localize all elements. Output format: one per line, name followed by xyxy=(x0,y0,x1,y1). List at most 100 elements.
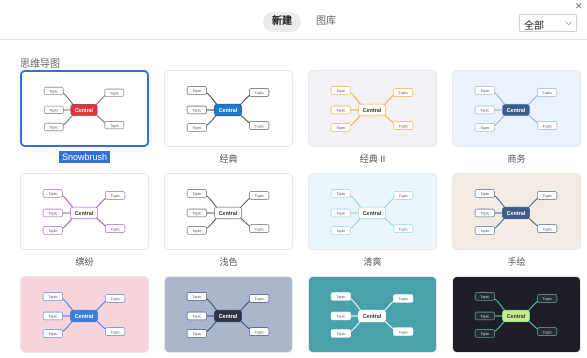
central-label: Central xyxy=(75,211,94,217)
tab-bar: 新建 图库 xyxy=(263,12,345,32)
topic-label: Topic xyxy=(49,126,58,130)
topic-label: Topic xyxy=(192,228,201,233)
central-label: Central xyxy=(219,108,238,114)
topic-label: Topic xyxy=(111,226,120,231)
topic-label: Topic xyxy=(399,296,408,301)
theme-card[interactable]: Topic Topic Topic Topic Topic Central xyxy=(452,70,581,147)
topic-label: Topic xyxy=(192,125,201,130)
section-title: 思维导图 xyxy=(20,59,60,70)
topic-label: Topic xyxy=(192,191,201,196)
topic-label: Topic xyxy=(543,329,552,334)
topic-label: Topic xyxy=(110,92,119,96)
theme-preview: Topic Topic Topic Topic Topic Central xyxy=(474,292,558,338)
theme-name-text: 清爽 xyxy=(363,257,382,267)
theme-card[interactable]: Topic Topic Topic Topic Topic Central xyxy=(164,70,293,147)
topic-label: Topic xyxy=(480,228,489,233)
topic-label: Topic xyxy=(255,90,264,95)
topic-label: Topic xyxy=(192,211,201,216)
theme-name: 浅色 xyxy=(164,255,293,268)
tab-new[interactable]: 新建 xyxy=(263,12,301,32)
central-label: Central xyxy=(363,314,382,320)
topic-label: Topic xyxy=(255,296,264,301)
central-label: Central xyxy=(75,108,93,114)
theme-name: 经典 II xyxy=(308,152,437,165)
theme-card[interactable]: Topic Topic Topic Topic Topic Central xyxy=(308,276,437,353)
topic-label: Topic xyxy=(336,191,345,196)
topic-label: Topic xyxy=(48,294,57,299)
theme-preview: Topic Topic Topic Topic Topic Central xyxy=(474,86,558,132)
topic-label: Topic xyxy=(336,331,345,336)
topic-label: Topic xyxy=(480,331,489,336)
topic-label: Topic xyxy=(110,124,119,128)
theme-card[interactable]: Topic Topic Topic Topic Topic Central xyxy=(308,70,437,147)
topic-label: Topic xyxy=(480,108,489,113)
theme-preview: Topic Topic Topic Topic Topic Central xyxy=(186,292,270,338)
theme-name: 清爽 xyxy=(308,255,437,268)
central-label: Central xyxy=(219,314,238,320)
topic-label: Topic xyxy=(336,108,345,113)
topic-label: Topic xyxy=(543,90,552,95)
filter-select[interactable]: 全部 ⌵ xyxy=(519,14,577,32)
topic-label: Topic xyxy=(49,90,58,94)
theme-preview: Topic Topic Topic Topic Topic Central xyxy=(186,86,270,132)
close-icon[interactable]: ✕ xyxy=(575,1,583,12)
theme-card[interactable]: Topic Topic Topic Topic Topic Central xyxy=(308,173,437,250)
theme-card[interactable]: Topic Topic Topic Topic Topic Central xyxy=(20,70,149,147)
topic-label: Topic xyxy=(48,331,57,336)
theme-card[interactable]: Topic Topic Topic Topic Topic Central xyxy=(20,276,149,353)
theme-preview: Topic Topic Topic Topic Topic Central xyxy=(330,189,414,235)
topic-label: Topic xyxy=(543,296,552,301)
theme-card[interactable]: Topic Topic Topic Topic Topic Central xyxy=(452,276,581,353)
central-label: Central xyxy=(363,211,382,217)
theme-name: 商务 xyxy=(452,152,581,165)
theme-name-text: 缤纷 xyxy=(75,257,94,267)
theme-preview: Topic Topic Topic Topic Topic Central xyxy=(330,292,414,338)
theme-name-text: 经典 xyxy=(219,154,238,164)
top-bar: 新建 图库 全部 ⌵ ✕ xyxy=(0,0,587,40)
topic-label: Topic xyxy=(192,108,201,113)
theme-card[interactable]: Topic Topic Topic Topic Topic Central xyxy=(164,276,293,353)
topic-label: Topic xyxy=(255,123,264,128)
theme-preview: Topic Topic Topic Topic Topic Central xyxy=(330,86,414,132)
topic-label: Topic xyxy=(399,90,408,95)
topic-label: Topic xyxy=(336,228,345,233)
topic-label: Topic xyxy=(48,191,57,196)
theme-card[interactable]: Topic Topic Topic Topic Topic Central xyxy=(20,173,149,250)
topic-label: Topic xyxy=(399,226,408,231)
central-label: Central xyxy=(507,314,526,320)
topic-label: Topic xyxy=(336,314,345,319)
theme-name: 手绘 xyxy=(452,255,581,268)
theme-card[interactable]: Topic Topic Topic Topic Topic Central xyxy=(452,173,581,250)
theme-preview: Topic Topic Topic Topic Topic Central xyxy=(474,189,558,235)
theme-name-text: 手绘 xyxy=(507,257,526,267)
topic-label: Topic xyxy=(336,88,345,93)
topic-label: Topic xyxy=(399,329,408,334)
theme-preview: Topic Topic Topic Topic Topic Central xyxy=(43,86,125,132)
filter-select-value: 全部 xyxy=(524,21,544,32)
topic-label: Topic xyxy=(399,193,408,198)
topic-label: Topic xyxy=(336,294,345,299)
central-label: Central xyxy=(219,211,238,217)
topic-label: Topic xyxy=(111,296,120,301)
topic-label: Topic xyxy=(255,226,264,231)
topic-label: Topic xyxy=(336,211,345,216)
theme-name-text: 浅色 xyxy=(219,257,238,267)
topic-label: Topic xyxy=(543,123,552,128)
theme-preview: Topic Topic Topic Topic Topic Central xyxy=(42,189,126,235)
topic-label: Topic xyxy=(480,314,489,319)
theme-name: 缤纷 xyxy=(20,255,149,268)
topic-label: Topic xyxy=(48,314,57,319)
theme-name-text: Snowbrush xyxy=(58,151,111,163)
topic-label: Topic xyxy=(480,125,489,130)
theme-preview: Topic Topic Topic Topic Topic Central xyxy=(186,189,270,235)
tab-gallery[interactable]: 图库 xyxy=(307,12,345,32)
topic-label: Topic xyxy=(192,331,201,336)
topic-label: Topic xyxy=(336,125,345,130)
topic-label: Topic xyxy=(48,228,57,233)
topic-label: Topic xyxy=(255,329,264,334)
topic-label: Topic xyxy=(399,123,408,128)
theme-card[interactable]: Topic Topic Topic Topic Topic Central xyxy=(164,173,293,250)
topic-label: Topic xyxy=(480,294,489,299)
topic-label: Topic xyxy=(111,329,120,334)
central-label: Central xyxy=(507,108,526,114)
